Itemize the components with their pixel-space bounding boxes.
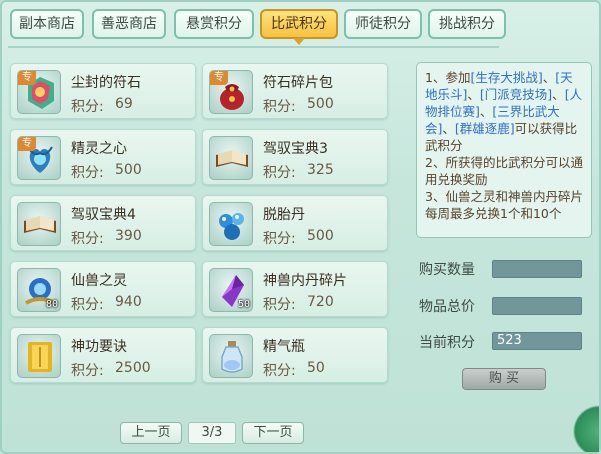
exclusive-badge: 专 [18, 137, 36, 151]
link-survival-challenge[interactable]: [生存大挑战] [470, 70, 542, 85]
item-name: 驾驭宝典4 [71, 207, 136, 223]
item-points: 325 [307, 162, 334, 178]
item-points: 50 [307, 360, 325, 376]
shop-item[interactable]: 专 符石碎片包 积分: 500 [202, 63, 388, 119]
info-text: 1、参加 [425, 70, 471, 85]
shop-item[interactable]: 80 仙兽之灵 积分: 940 [10, 261, 196, 317]
item-points-label: 积分: [71, 297, 104, 313]
red-pouch-icon: 专 [209, 70, 253, 114]
page-indicator: 3/3 [188, 422, 236, 444]
item-points-label: 积分: [71, 165, 104, 181]
item-name: 仙兽之灵 [71, 273, 127, 289]
corner-decoration [569, 400, 599, 452]
info-separator: 、 [467, 87, 480, 102]
item-points-label: 积分: [71, 231, 104, 247]
shop-item[interactable]: 精气瓶 积分: 50 [202, 327, 388, 383]
spirit-heart-icon: 专 [17, 136, 61, 180]
item-points: 720 [307, 294, 334, 310]
yellow-scroll-icon [17, 334, 61, 378]
item-points-label: 积分: [71, 363, 104, 379]
book-icon [17, 202, 61, 246]
total-price-label: 物品总价 [419, 299, 475, 315]
item-points: 940 [115, 294, 142, 310]
item-name: 神兽内丹碎片 [263, 273, 347, 289]
potion-bottle-icon [209, 334, 253, 378]
rules-info-box: 1、参加[生存大挑战]、[天地乐斗]、[门派竞技场]、[人物排位赛]、[三界比武… [416, 62, 592, 238]
item-name: 驾驭宝典3 [263, 141, 328, 157]
item-name: 符石碎片包 [263, 75, 333, 91]
item-points: 500 [307, 228, 334, 244]
item-points: 500 [115, 162, 142, 178]
exclusive-badge: 专 [210, 71, 228, 85]
current-points-value: 523 [497, 333, 522, 348]
info-text: 3、仙兽之灵和神兽内丹碎片每周最多兑换1个和10个 [425, 189, 583, 221]
item-points-label: 积分: [263, 165, 296, 181]
tab-challenge-points[interactable]: 挑战积分 [428, 9, 506, 39]
item-points: 500 [307, 96, 334, 112]
info-separator: 、 [552, 87, 565, 102]
item-name: 脱胎丹 [263, 207, 305, 223]
shop-item[interactable]: 神功要诀 积分: 2500 [10, 327, 196, 383]
tab-mentor-points[interactable]: 师徒积分 [344, 9, 422, 39]
current-points-label: 当前积分 [419, 335, 475, 351]
tab-dungeon-shop[interactable]: 副本商店 [10, 9, 84, 39]
item-points-label: 积分: [263, 297, 296, 313]
current-points-field: 523 [492, 332, 582, 350]
shop-item[interactable]: 驾驭宝典4 积分: 390 [10, 195, 196, 251]
shop-item[interactable]: 脱胎丹 积分: 500 [202, 195, 388, 251]
item-name: 尘封的符石 [71, 75, 141, 91]
exclusive-badge: 专 [18, 71, 36, 85]
prev-page-button[interactable]: 上一页 [120, 422, 182, 444]
tab-divider [8, 46, 499, 48]
info-text: 2、所获得的比武积分可以通用兑换奖励 [425, 155, 583, 187]
item-points: 69 [115, 96, 133, 112]
item-name: 神功要诀 [71, 339, 127, 355]
total-price-field [492, 297, 582, 315]
item-name: 精气瓶 [263, 339, 305, 355]
runestone-icon: 专 [17, 70, 61, 114]
link-heroes-contest[interactable]: [群雄逐鹿] [455, 121, 515, 136]
info-separator: 、 [442, 121, 455, 136]
shop-item[interactable]: 驾驭宝典3 积分: 325 [202, 129, 388, 185]
shop-panel: 副本商店 善恶商店 悬赏积分 比武积分 师徒积分 挑战积分 专 尘封的符石 积分… [0, 0, 601, 454]
shop-item[interactable]: 专 尘封的符石 积分: 69 [10, 63, 196, 119]
quantity-badge: 80 [45, 299, 58, 310]
item-points-label: 积分: [263, 99, 296, 115]
item-points-label: 积分: [263, 363, 296, 379]
item-points: 2500 [115, 360, 151, 376]
item-points-label: 积分: [71, 99, 104, 115]
tab-bounty-points[interactable]: 悬赏积分 [174, 9, 254, 39]
tab-arena-points[interactable]: 比武积分 [260, 9, 338, 45]
item-points: 390 [115, 228, 142, 244]
shop-item[interactable]: 专 精灵之心 积分: 500 [10, 129, 196, 185]
info-separator: 、 [542, 70, 556, 85]
item-name: 精灵之心 [71, 141, 127, 157]
quantity-input[interactable] [492, 260, 582, 278]
link-sect-arena[interactable]: [门派竞技场] [480, 87, 552, 102]
buy-button[interactable]: 购 买 [462, 368, 546, 390]
book-icon [209, 136, 253, 180]
purple-crystal-icon: 50 [209, 268, 253, 312]
next-page-button[interactable]: 下一页 [242, 422, 304, 444]
quantity-badge: 50 [237, 299, 250, 310]
item-points-label: 积分: [263, 231, 296, 247]
info-separator: 、 [479, 104, 493, 119]
pill-icon [209, 202, 253, 246]
shop-item[interactable]: 50 神兽内丹碎片 积分: 720 [202, 261, 388, 317]
tab-karma-shop[interactable]: 善恶商店 [92, 9, 166, 39]
quantity-label: 购买数量 [419, 262, 475, 278]
blue-orb-icon: 80 [17, 268, 61, 312]
